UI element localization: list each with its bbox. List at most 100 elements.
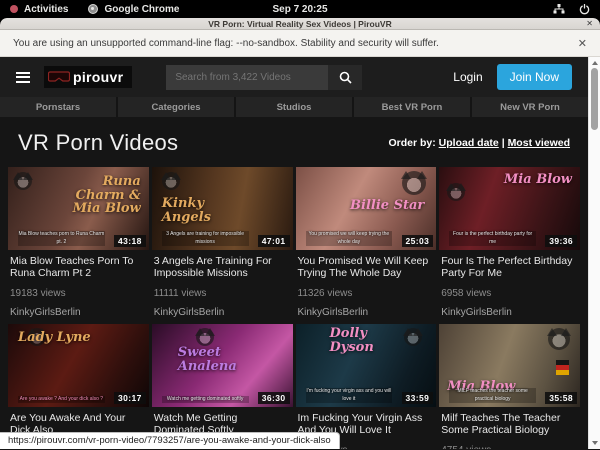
video-thumbnail[interactable]: Lady Lyne Are you awake ? And your dick … <box>8 324 149 407</box>
thumbnail-overlay-title: Lady Lyne <box>18 331 91 345</box>
thumbnail-caption: You promised we will keep trying the who… <box>306 231 393 246</box>
vr-goggles-icon <box>48 71 70 84</box>
video-title-link[interactable]: Milf Teaches The Teacher Some Practical … <box>441 412 578 437</box>
video-thumbnail[interactable]: Billie Star You promised we will keep tr… <box>296 167 437 250</box>
german-flag-icon <box>556 360 569 375</box>
window-close-button[interactable]: ✕ <box>586 18 593 30</box>
studio-watermark-icon <box>447 183 465 201</box>
main-nav: Pornstars Categories Studios Best VR Por… <box>0 97 588 117</box>
video-title-link[interactable]: 3 Angels Are Training For Impossible Mis… <box>154 255 291 280</box>
system-top-bar: Activities Google Chrome Sep 7 20:25 <box>0 0 600 18</box>
thumbnail-caption: Watch me getting dominated softly <box>162 396 249 404</box>
scroll-down-arrow-icon[interactable] <box>592 441 598 445</box>
nav-item-best-vr-porn[interactable]: Best VR Porn <box>354 97 470 117</box>
studio-watermark-icon <box>402 171 426 195</box>
studio-link[interactable]: KinkyGirlsBerlin <box>154 307 291 318</box>
video-thumbnail[interactable]: Mia Blow Four is the perfect birthday pa… <box>439 167 580 250</box>
duration-badge: 43:18 <box>114 235 146 247</box>
status-bar-url: https://pirouvr.com/vr-porn-video/779325… <box>0 432 340 449</box>
order-separator: | <box>502 137 505 149</box>
video-card[interactable]: Dolly Dyson I'm fucking your virgin ass … <box>296 324 437 449</box>
studio-watermark-icon <box>14 172 32 190</box>
nav-item-pornstars[interactable]: Pornstars <box>0 97 116 117</box>
warning-close-button[interactable]: ✕ <box>578 37 587 50</box>
thumbnail-caption: 3 Angels are training for impossible mis… <box>162 231 249 246</box>
chrome-icon <box>88 4 98 14</box>
app-menu-button[interactable]: Google Chrome <box>88 4 179 15</box>
power-icon[interactable] <box>579 4 590 15</box>
video-title-link[interactable]: Four Is The Perfect Birthday Party For M… <box>441 255 578 280</box>
search-bar <box>166 65 362 90</box>
search-button[interactable] <box>328 65 362 90</box>
search-input[interactable] <box>166 65 328 90</box>
video-views: 6958 views <box>441 288 578 299</box>
video-title-link[interactable]: Mia Blow Teaches Porn To Runa Charm Pt 2 <box>10 255 147 280</box>
join-now-button[interactable]: Join Now <box>497 64 572 90</box>
thumbnail-overlay-title: Billie Star <box>350 199 424 213</box>
vertical-scrollbar[interactable] <box>588 57 600 449</box>
video-views: 11111 views <box>154 288 291 299</box>
studio-link[interactable]: KinkyGirlsBerlin <box>298 307 435 318</box>
site-logo[interactable]: pirouvr <box>44 66 132 88</box>
warning-text: You are using an unsupported command-lin… <box>13 38 439 49</box>
nav-item-new-vr-porn[interactable]: New VR Porn <box>472 97 588 117</box>
thumbnail-caption: Are you awake ? And your dick also ? <box>18 396 105 404</box>
logo-text: pirouvr <box>73 69 123 85</box>
video-card[interactable]: Mia Blow MILF teaches the teacher some p… <box>439 324 580 449</box>
window-title-bar[interactable]: VR Porn: Virtual Reality Sex Videos | Pi… <box>0 18 600 30</box>
order-link-upload-date[interactable]: Upload date <box>439 137 499 149</box>
page-viewport: pirouvr Login Join Now Pornstars <box>0 57 600 449</box>
duration-badge: 25:03 <box>402 235 434 247</box>
video-card[interactable]: Runa Charm & Mia Blow Mia Blow teaches p… <box>8 167 149 324</box>
video-card[interactable]: Lady Lyne Are you awake ? And your dick … <box>8 324 149 449</box>
video-thumbnail[interactable]: Runa Charm & Mia Blow Mia Blow teaches p… <box>8 167 149 250</box>
page-title: VR Porn Videos <box>18 130 178 156</box>
video-card[interactable]: Sweet Analena Watch me getting dominated… <box>152 324 293 449</box>
duration-badge: 39:36 <box>545 235 577 247</box>
thumbnail-caption: Four is the perfect birthday party for m… <box>449 231 536 246</box>
nav-item-categories[interactable]: Categories <box>118 97 234 117</box>
activities-button[interactable]: Activities <box>10 4 68 15</box>
duration-badge: 47:01 <box>258 235 290 247</box>
studio-link[interactable]: KinkyGirlsBerlin <box>441 307 578 318</box>
video-views: 11326 views <box>298 288 435 299</box>
clock[interactable]: Sep 7 20:25 <box>272 4 327 15</box>
duration-badge: 33:59 <box>402 392 434 404</box>
browser-window: VR Porn: Virtual Reality Sex Videos | Pi… <box>0 18 600 450</box>
order-link-most-viewed[interactable]: Most viewed <box>508 137 570 149</box>
window-title: VR Porn: Virtual Reality Sex Videos | Pi… <box>208 19 391 29</box>
thumbnail-overlay-title: Dolly Dyson <box>330 327 412 354</box>
chrome-warning-bar: You are using an unsupported command-lin… <box>0 30 600 57</box>
video-thumbnail[interactable]: Mia Blow MILF teaches the teacher some p… <box>439 324 580 407</box>
thumbnail-overlay-title: Runa Charm & Mia Blow <box>59 175 141 216</box>
site-header: pirouvr Login Join Now <box>0 57 588 97</box>
video-card[interactable]: Mia Blow Four is the perfect birthday pa… <box>439 167 580 324</box>
video-thumbnail[interactable]: Dolly Dyson I'm fucking your virgin ass … <box>296 324 437 407</box>
login-link[interactable]: Login <box>453 70 482 84</box>
scroll-up-arrow-icon[interactable] <box>592 61 598 65</box>
thumbnail-overlay-title: Sweet Analena <box>178 346 260 373</box>
studio-link[interactable]: KinkyGirlsBerlin <box>10 307 147 318</box>
video-thumbnail[interactable]: Kinky Angels 3 Angels are training for i… <box>152 167 293 250</box>
order-by: Order by: Upload date | Most viewed <box>388 137 570 149</box>
video-card[interactable]: Billie Star You promised we will keep tr… <box>296 167 437 324</box>
recording-indicator-icon <box>10 5 18 13</box>
studio-watermark-icon <box>196 328 214 346</box>
network-icon[interactable] <box>553 4 565 14</box>
video-grid: Runa Charm & Mia Blow Mia Blow teaches p… <box>0 167 588 449</box>
video-title-link[interactable]: You Promised We Will Keep Trying The Who… <box>298 255 435 280</box>
menu-icon[interactable] <box>16 72 30 83</box>
video-card[interactable]: Kinky Angels 3 Angels are training for i… <box>152 167 293 324</box>
search-icon <box>339 71 352 84</box>
nav-item-studios[interactable]: Studios <box>236 97 352 117</box>
scrollbar-thumb[interactable] <box>591 68 598 130</box>
video-views: 19183 views <box>10 288 147 299</box>
duration-badge: 30:17 <box>114 392 146 404</box>
thumbnail-caption: Mia Blow teaches porn to Runa Charm pt. … <box>18 231 105 246</box>
video-views: 4754 views <box>441 445 578 449</box>
thumbnail-caption: I'm fucking your virgin ass and you will… <box>306 388 393 403</box>
studio-watermark-icon <box>548 328 570 350</box>
studio-watermark-icon <box>162 172 180 190</box>
order-by-label: Order by: <box>388 137 435 149</box>
video-thumbnail[interactable]: Sweet Analena Watch me getting dominated… <box>152 324 293 407</box>
